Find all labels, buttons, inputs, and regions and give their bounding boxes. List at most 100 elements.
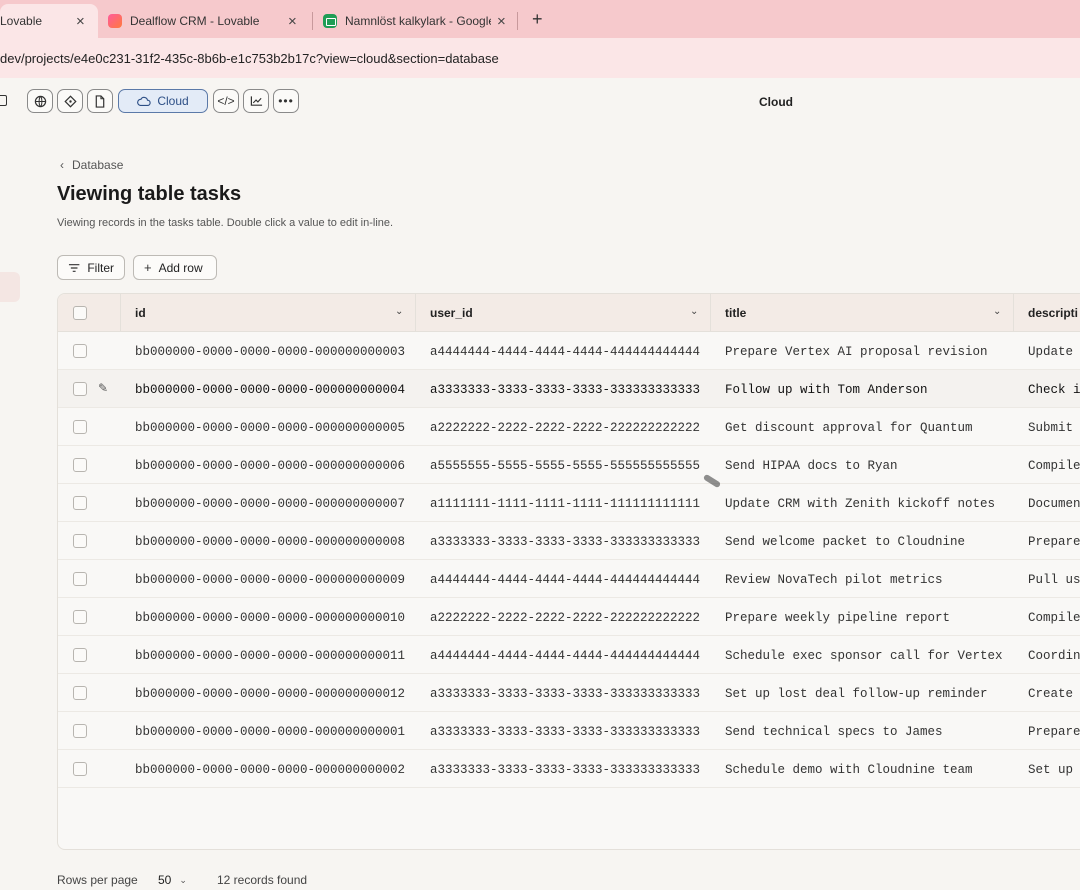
table-row[interactable]: bb000000-0000-0000-0000-000000000010 a222…: [58, 598, 1080, 636]
cell-user-id[interactable]: a2222222-2222-2222-2222-222222222222: [430, 421, 700, 435]
cell-user-id[interactable]: a1111111-1111-1111-1111-111111111111: [430, 497, 700, 511]
cell-title[interactable]: Prepare weekly pipeline report: [725, 611, 950, 625]
table-row[interactable]: bb000000-0000-0000-0000-000000000006 a555…: [58, 446, 1080, 484]
close-icon[interactable]: ×: [497, 13, 506, 30]
row-checkbox[interactable]: [73, 724, 87, 738]
sidebar-toggle-icon[interactable]: [0, 95, 7, 106]
cell-user-id[interactable]: a4444444-4444-4444-4444-444444444444: [430, 345, 700, 359]
cell-id[interactable]: bb000000-0000-0000-0000-000000000012: [135, 687, 405, 701]
cell-title[interactable]: Send welcome packet to Cloudnine: [725, 535, 965, 549]
filter-button[interactable]: Filter: [57, 255, 125, 280]
cloud-tab-button[interactable]: Cloud: [118, 89, 208, 113]
cell-description[interactable]: Documen: [1028, 497, 1080, 511]
design-button[interactable]: [57, 89, 83, 113]
cell-description[interactable]: Update: [1028, 345, 1073, 359]
cell-user-id[interactable]: a5555555-5555-5555-5555-555555555555: [430, 459, 700, 473]
cell-id[interactable]: bb000000-0000-0000-0000-000000000010: [135, 611, 405, 625]
table-row[interactable]: bb000000-0000-0000-0000-000000000009 a444…: [58, 560, 1080, 598]
cell-id[interactable]: bb000000-0000-0000-0000-000000000008: [135, 535, 405, 549]
row-checkbox[interactable]: [73, 458, 87, 472]
cell-user-id[interactable]: a4444444-4444-4444-4444-444444444444: [430, 649, 700, 663]
code-button[interactable]: </>: [213, 89, 239, 113]
cell-user-id[interactable]: a3333333-3333-3333-3333-333333333333: [430, 725, 700, 739]
table-row[interactable]: bb000000-0000-0000-0000-000000000008 a333…: [58, 522, 1080, 560]
cell-user-id[interactable]: a2222222-2222-2222-2222-222222222222: [430, 611, 700, 625]
row-checkbox[interactable]: [73, 496, 87, 510]
cell-title[interactable]: Get discount approval for Quantum: [725, 421, 973, 435]
cell-id[interactable]: bb000000-0000-0000-0000-000000000003: [135, 345, 405, 359]
files-button[interactable]: [87, 89, 113, 113]
cell-description[interactable]: Prepare: [1028, 535, 1080, 549]
cell-id[interactable]: bb000000-0000-0000-0000-000000000005: [135, 421, 405, 435]
cell-title[interactable]: Review NovaTech pilot metrics: [725, 573, 943, 587]
cell-user-id[interactable]: a4444444-4444-4444-4444-444444444444: [430, 573, 700, 587]
cell-title[interactable]: Send technical specs to James: [725, 725, 943, 739]
row-checkbox[interactable]: [73, 344, 87, 358]
cell-id[interactable]: bb000000-0000-0000-0000-000000000011: [135, 649, 405, 663]
row-checkbox[interactable]: [73, 648, 87, 662]
table-row[interactable]: bb000000-0000-0000-0000-000000000002 a333…: [58, 750, 1080, 788]
new-tab-button[interactable]: +: [532, 9, 543, 30]
close-icon[interactable]: ×: [76, 13, 85, 30]
table-row[interactable]: ✎ bb000000-0000-0000-0000-000000000004 a33…: [58, 370, 1080, 408]
row-checkbox[interactable]: [73, 420, 87, 434]
cell-id[interactable]: bb000000-0000-0000-0000-000000000007: [135, 497, 405, 511]
cell-id[interactable]: bb000000-0000-0000-0000-000000000006: [135, 459, 405, 473]
table-row[interactable]: bb000000-0000-0000-0000-000000000001 a333…: [58, 712, 1080, 750]
cell-description[interactable]: Create: [1028, 687, 1073, 701]
table-row[interactable]: bb000000-0000-0000-0000-000000000005 a222…: [58, 408, 1080, 446]
cell-title[interactable]: Schedule demo with Cloudnine team: [725, 763, 973, 777]
table-row[interactable]: bb000000-0000-0000-0000-000000000012 a333…: [58, 674, 1080, 712]
cell-user-id[interactable]: a3333333-3333-3333-3333-333333333333: [430, 535, 700, 549]
select-all-checkbox[interactable]: [73, 306, 87, 320]
url-field[interactable]: dev/projects/e4e0c231-31f2-435c-8b6b-e1c…: [0, 51, 499, 66]
table-row[interactable]: bb000000-0000-0000-0000-000000000011 a444…: [58, 636, 1080, 674]
browser-tab-dealflow[interactable]: Dealflow CRM - Lovable ×: [98, 4, 312, 38]
cell-user-id[interactable]: a3333333-3333-3333-3333-333333333333: [430, 383, 700, 397]
row-checkbox[interactable]: [73, 686, 87, 700]
column-header-description[interactable]: descripti: [1028, 306, 1078, 320]
analytics-button[interactable]: [243, 89, 269, 113]
chevron-down-icon[interactable]: ⌄: [690, 306, 698, 317]
chevron-down-icon[interactable]: ⌄: [993, 306, 1001, 317]
column-header-title[interactable]: title: [725, 306, 746, 320]
cell-description[interactable]: Compile: [1028, 611, 1080, 625]
add-row-button[interactable]: + Add row: [133, 255, 217, 280]
rows-per-page-select[interactable]: 50 ⌄: [158, 873, 187, 887]
close-icon[interactable]: ×: [288, 13, 297, 30]
browser-tab-sheets[interactable]: Namnlöst kalkylark - Google ×: [313, 4, 523, 38]
cell-id[interactable]: bb000000-0000-0000-0000-000000000002: [135, 763, 405, 777]
more-button[interactable]: •••: [273, 89, 299, 113]
column-header-user-id[interactable]: user_id: [430, 306, 473, 320]
row-checkbox[interactable]: [73, 572, 87, 586]
cell-user-id[interactable]: a3333333-3333-3333-3333-333333333333: [430, 687, 700, 701]
row-checkbox[interactable]: [73, 534, 87, 548]
cell-title[interactable]: Prepare Vertex AI proposal revision: [725, 345, 988, 359]
breadcrumb-database[interactable]: Database: [72, 158, 123, 172]
cell-title[interactable]: Follow up with Tom Anderson: [725, 383, 928, 397]
row-checkbox[interactable]: [73, 382, 87, 396]
cell-description[interactable]: Check i: [1028, 383, 1080, 397]
table-row[interactable]: bb000000-0000-0000-0000-000000000003 a444…: [58, 332, 1080, 370]
cell-title[interactable]: Send HIPAA docs to Ryan: [725, 459, 898, 473]
column-header-id[interactable]: id: [135, 306, 146, 320]
cell-description[interactable]: Compile: [1028, 459, 1080, 473]
browser-tab-lovable[interactable]: Lovable ×: [0, 4, 98, 38]
cell-description[interactable]: Pull us: [1028, 573, 1080, 587]
preview-button[interactable]: [27, 89, 53, 113]
table-row[interactable]: bb000000-0000-0000-0000-000000000007 a111…: [58, 484, 1080, 522]
cell-id[interactable]: bb000000-0000-0000-0000-000000000004: [135, 383, 405, 397]
row-checkbox[interactable]: [73, 610, 87, 624]
cell-description[interactable]: Set up: [1028, 763, 1073, 777]
cell-user-id[interactable]: a3333333-3333-3333-3333-333333333333: [430, 763, 700, 777]
cell-description[interactable]: Coordin: [1028, 649, 1080, 663]
cell-description[interactable]: Submit: [1028, 421, 1073, 435]
cell-id[interactable]: bb000000-0000-0000-0000-000000000009: [135, 573, 405, 587]
cell-title[interactable]: Update CRM with Zenith kickoff notes: [725, 497, 995, 511]
cell-title[interactable]: Set up lost deal follow-up reminder: [725, 687, 988, 701]
cell-id[interactable]: bb000000-0000-0000-0000-000000000001: [135, 725, 405, 739]
breadcrumb[interactable]: ‹ Database: [60, 158, 123, 172]
cell-title[interactable]: Schedule exec sponsor call for Vertex: [725, 649, 1003, 663]
cell-description[interactable]: Prepare: [1028, 725, 1080, 739]
chevron-down-icon[interactable]: ⌄: [395, 306, 403, 317]
